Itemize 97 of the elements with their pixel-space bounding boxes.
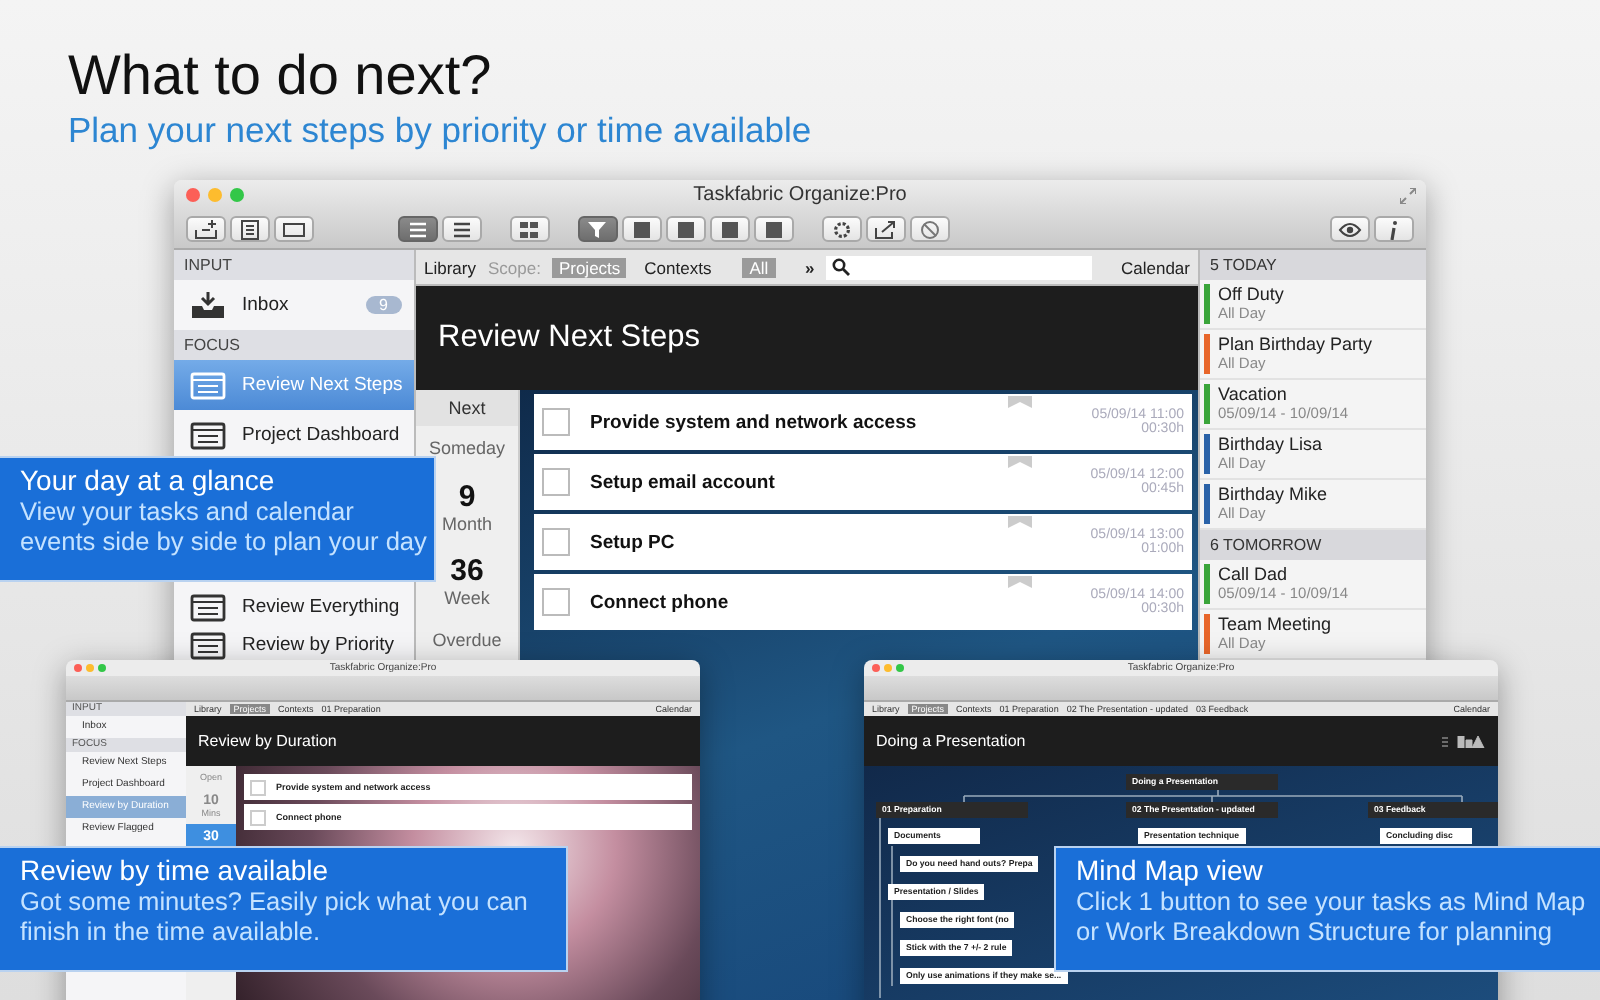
close-button[interactable] [872,664,880,672]
flag-icon[interactable] [1008,456,1032,468]
headline: What to do next? [68,44,494,108]
block-icon [918,219,942,239]
minimize-button[interactable] [86,664,94,672]
square-icon [630,219,654,239]
callout-text: View your tasks and calendar events side by side to plan your day [20,496,428,556]
close-button[interactable] [186,188,200,202]
task-title: Setup email account [590,471,777,493]
count-badge: 9 [365,296,402,314]
callout-text: Got some minutes? Easily pick what you can finish in the time available. [20,886,530,946]
section-header: INPUT [174,250,414,280]
task-checkbox[interactable] [542,468,570,496]
flag-icon[interactable] [1008,576,1032,588]
inbox-icon [190,291,226,319]
close-button[interactable] [74,664,82,672]
callout-title: Review by time available [20,856,331,886]
panel-icon [282,219,306,239]
event-title: Birthday Lisa [1218,434,1323,454]
event-title: Plan Birthday Party [1218,334,1373,354]
sidebar-item[interactable]: Review by Priority [174,626,414,664]
list-icon [450,219,474,239]
list-icon [406,219,430,239]
event-title: Vacation [1218,384,1289,404]
search-icon [832,258,851,276]
period-label: Month [441,514,492,534]
flag-icon[interactable] [1008,396,1032,408]
toolbar-button[interactable] [578,216,618,242]
toolbar-button[interactable] [866,216,906,242]
filter-icon [586,219,610,239]
search-field[interactable] [826,255,1093,279]
settings-icon [830,219,854,239]
period-label[interactable]: Someday [428,426,506,470]
eye-icon [1338,219,1362,239]
task-title: Connect phone [590,591,731,613]
scope-tab[interactable]: Contexts [638,257,718,277]
toolbar-button[interactable] [230,216,270,242]
square-icon [718,219,742,239]
minimize-button[interactable] [884,664,892,672]
task-title: Provide system and network access [590,411,919,433]
toolbar-button[interactable] [1374,216,1414,242]
connector-line [891,845,893,987]
day-header: 6 TOMORROW [1200,530,1426,560]
sidebar-item[interactable]: Project Dashboard [174,410,414,460]
toolbar-button[interactable] [274,216,314,242]
view-title: Doing a Presentation [876,732,1026,750]
subheadline: Plan your next steps by priority or time available [68,108,812,152]
view-mode-icon[interactable] [1442,735,1486,747]
period-label[interactable]: Overdue [432,618,502,662]
next-button[interactable]: Next [416,390,518,426]
grid-icon [518,219,542,239]
callout-title: Mind Map view [1076,856,1265,886]
zoom-button[interactable] [98,664,106,672]
section-header: FOCUS [174,330,414,360]
flag-icon[interactable] [1008,516,1032,528]
task-title: Setup PC [590,531,677,553]
day-header: 5 TODAY [1200,250,1426,280]
view-title: Review Next Steps [416,286,1198,390]
zoom-button[interactable] [896,664,904,672]
library-button[interactable]: Library [424,257,476,277]
zoom-button[interactable] [230,188,244,202]
callout-text: Click 1 button to see your tasks as Mind Map or Work Breakdown Structure for planning [1076,886,1588,946]
task-checkbox[interactable] [542,408,570,436]
toolbar-button[interactable] [822,216,862,242]
toolbar-button[interactable] [622,216,662,242]
view-title: Review by Duration [186,716,700,766]
toolbar-button[interactable] [1330,216,1370,242]
square-icon [762,219,786,239]
task-checkbox[interactable] [542,588,570,616]
event-title: Off Duty [1218,284,1284,304]
calendar-button[interactable]: Calendar [1121,257,1190,277]
event-title: Call Dad [1218,564,1290,584]
window-title: Taskfabric Organize:Pro [693,184,907,206]
toolbar-button[interactable] [398,216,438,242]
scope-label: Scope: [487,257,541,277]
toolbar-button[interactable] [666,216,706,242]
document-icon [238,219,262,239]
toolbar-button[interactable] [510,216,550,242]
toolbar-button[interactable] [442,216,482,242]
sidebar-item[interactable]: Review Everything [174,588,414,626]
square-icon [674,219,698,239]
event-title: Birthday Mike [1218,484,1328,504]
callout-title: Your day at a glance [20,466,277,496]
more-button[interactable]: » [804,257,815,277]
toolbar-button[interactable] [910,216,950,242]
task-checkbox[interactable] [542,528,570,556]
period-count: 36 [450,554,484,588]
period-count: 9 [458,480,476,514]
toolbar-button[interactable] [754,216,794,242]
period-label: Week [444,588,490,608]
fullscreen-icon[interactable] [1400,188,1416,204]
event-title: Team Meeting [1218,614,1332,634]
toolbar-button[interactable] [710,216,750,242]
add-tray-icon [194,219,218,239]
share-icon [874,219,898,239]
toolbar-button[interactable] [186,216,226,242]
sidebar-item[interactable]: Inbox 9 [174,280,414,330]
